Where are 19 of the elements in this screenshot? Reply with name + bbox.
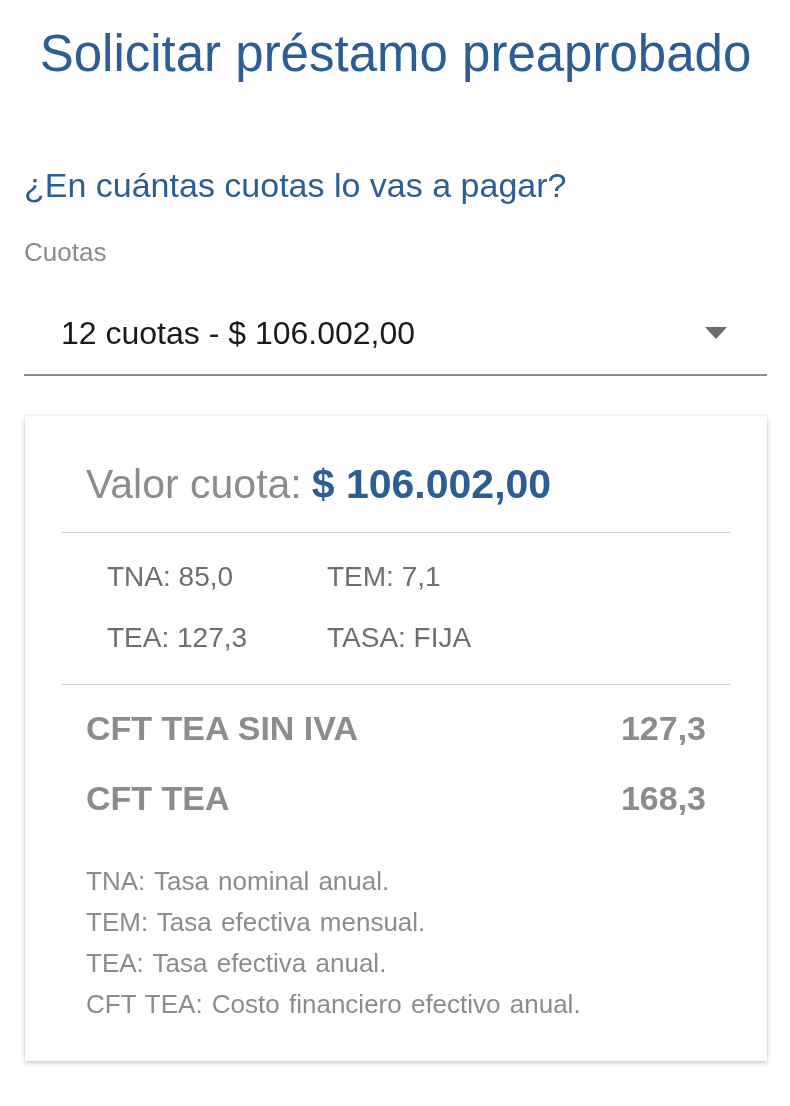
rate-text: TNA: 85,0 <box>107 560 235 594</box>
glossary-line: CFT TEA: Costo financiero efectivo anual. <box>86 988 582 1021</box>
glossary-line: TEM: Tasa efectiva mensual. <box>86 906 427 939</box>
caret-icon <box>705 327 727 339</box>
installment-label: Valor cuota: <box>86 461 302 507</box>
cost-value: 168,3 <box>620 778 706 819</box>
glossary-line: TNA: Tasa nominal anual. <box>86 865 391 898</box>
cost-value: 127,3 <box>620 708 706 749</box>
page-title: Solicitar préstamo preaprobado <box>38 24 753 84</box>
installments-dropdown[interactable]: 12 cuotas - $ 106.002,00 <box>24 294 767 376</box>
section-question: ¿En cuántas cuotas lo vas a pagar? <box>24 165 568 206</box>
rate-text: TEA: 127,3 <box>107 621 249 655</box>
cost-label: CFT TEA SIN IVA <box>86 708 358 749</box>
field-label: Cuotas <box>24 236 108 268</box>
cost-label: CFT TEA <box>86 778 230 819</box>
glossary-line: TEA: Tasa efectiva anual. <box>86 947 388 980</box>
installment-amount: $ 106.002,00 <box>311 461 552 507</box>
rate-text: TASA: FIJA <box>327 621 473 655</box>
rate-text: TEM: 7,1 <box>327 560 442 594</box>
